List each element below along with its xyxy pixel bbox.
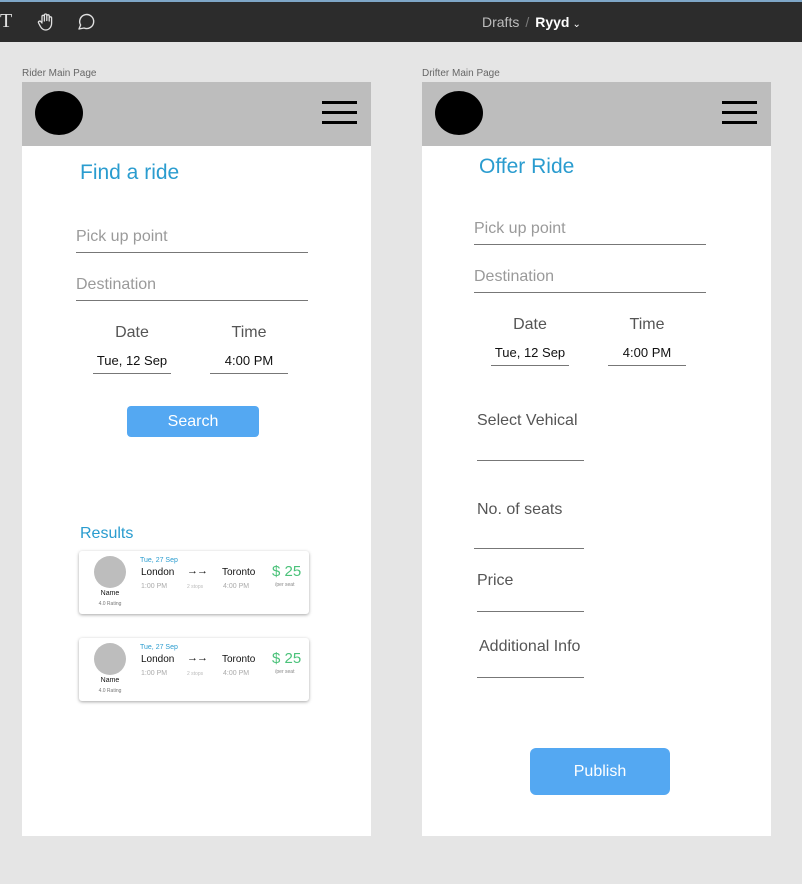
pickup-input[interactable]: Pick up point — [474, 220, 706, 245]
driver-name: Name — [100, 590, 120, 597]
seats-label: No. of seats — [477, 501, 563, 518]
result-card[interactable]: Name 4.0 Rating Tue, 27 Sep London →→ To… — [79, 551, 309, 614]
time-picker[interactable]: 4:00 PM — [608, 345, 686, 366]
date-label: Date — [513, 316, 547, 333]
ride-price: $ 25 — [272, 563, 302, 580]
route-arrow-icon: →→ — [187, 652, 208, 664]
date-picker[interactable]: Tue, 12 Sep — [93, 353, 171, 374]
frame-label-drifter: Drifter Main Page — [422, 68, 500, 79]
per-seat-label: /per seat — [275, 669, 295, 675]
date-label: Date — [115, 324, 149, 341]
hand-tool-icon[interactable] — [36, 12, 56, 36]
per-seat-label: /per seat — [275, 582, 295, 588]
ride-price: $ 25 — [272, 650, 302, 667]
comment-tool-icon[interactable] — [76, 12, 96, 36]
ride-destination: Toronto — [222, 567, 256, 578]
page-title: Offer Ride — [479, 155, 575, 178]
result-card[interactable]: Name 4.0 Rating Tue, 27 Sep London →→ To… — [79, 638, 309, 701]
editor-toolbar: T Drafts / Ryyd ⌄ — [0, 0, 802, 42]
date-picker[interactable]: Tue, 12 Sep — [491, 345, 569, 366]
driver-avatar — [94, 556, 126, 588]
publish-button[interactable]: Publish — [530, 748, 670, 795]
additional-info-input[interactable] — [477, 677, 584, 678]
route-arrow-icon: →→ — [187, 565, 208, 577]
avatar[interactable] — [35, 91, 83, 135]
price-input[interactable] — [477, 611, 584, 612]
hamburger-menu-icon[interactable] — [322, 101, 357, 125]
arrival-time: 4:00 PM — [223, 583, 250, 590]
driver-avatar — [94, 643, 126, 675]
ride-destination: Toronto — [222, 654, 256, 665]
pickup-input[interactable]: Pick up point — [76, 228, 308, 253]
hamburger-menu-icon[interactable] — [722, 101, 757, 125]
driver-name: Name — [100, 677, 120, 684]
ride-date: Tue, 27 Sep — [140, 644, 178, 651]
avatar[interactable] — [435, 91, 483, 135]
results-heading: Results — [80, 525, 134, 542]
arrival-time: 4:00 PM — [223, 670, 250, 677]
driver-rating: 4.0 Rating — [98, 688, 122, 694]
app-header — [422, 82, 771, 146]
breadcrumb: Drafts / Ryyd ⌄ — [482, 14, 581, 30]
breadcrumb-separator: / — [525, 14, 530, 30]
additional-info-label: Additional Info — [479, 638, 581, 655]
seats-input[interactable] — [474, 548, 584, 549]
stops-count: 2 stops — [187, 584, 204, 590]
destination-input[interactable]: Destination — [474, 268, 706, 293]
ride-origin: London — [141, 567, 175, 578]
driver-rating: 4.0 Rating — [98, 601, 122, 607]
rider-frame: Find a ride Pick up point Destination Da… — [22, 82, 371, 836]
price-label: Price — [477, 572, 514, 589]
stops-count: 2 stops — [187, 671, 204, 677]
frame-label-rider: Rider Main Page — [22, 68, 97, 79]
ride-origin: London — [141, 654, 175, 665]
ride-date: Tue, 27 Sep — [140, 557, 178, 564]
destination-input[interactable]: Destination — [76, 276, 308, 301]
time-label: Time — [629, 316, 665, 333]
time-label: Time — [231, 324, 267, 341]
text-tool-icon[interactable]: T — [0, 11, 12, 31]
page-title: Find a ride — [80, 161, 180, 184]
time-picker[interactable]: 4:00 PM — [210, 353, 288, 374]
search-button[interactable]: Search — [127, 406, 259, 437]
vehicle-select[interactable] — [477, 460, 584, 461]
departure-time: 1:00 PM — [141, 670, 168, 677]
app-header — [22, 82, 371, 146]
vehicle-label: Select Vehical — [477, 412, 578, 429]
departure-time: 1:00 PM — [141, 583, 168, 590]
chevron-down-icon[interactable]: ⌄ — [572, 19, 580, 30]
drifter-frame: Offer Ride Pick up point Destination Dat… — [422, 82, 771, 836]
file-name[interactable]: Ryyd — [535, 14, 569, 30]
breadcrumb-drafts[interactable]: Drafts — [482, 14, 519, 30]
